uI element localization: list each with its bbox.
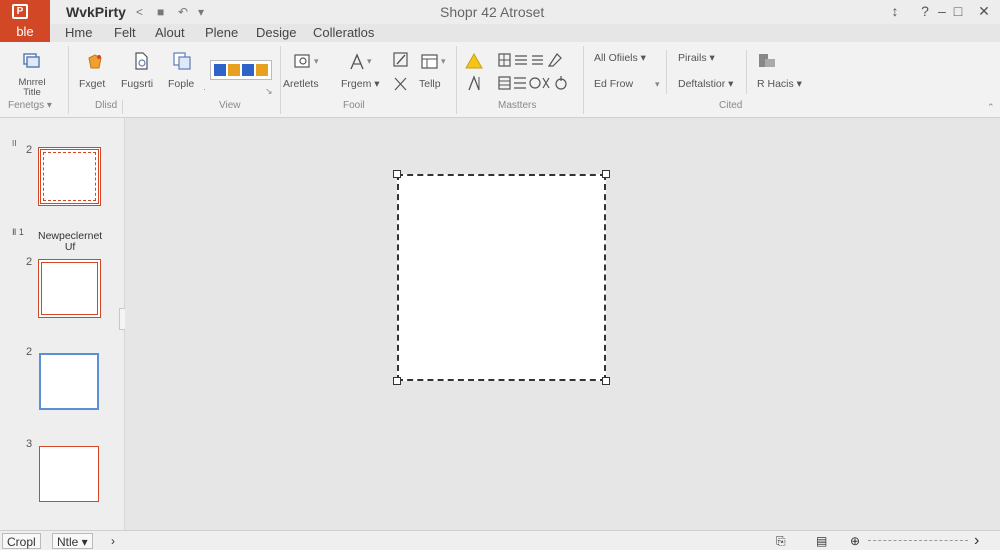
qat-undo-icon[interactable]: ↶ <box>178 5 188 19</box>
slide-sorter-icon[interactable]: ▤ <box>816 533 827 549</box>
title-bar: P WvkPirty < ■ ↶ ▾ Shopr 42 Atroset ↕ ? … <box>0 0 1000 24</box>
group-label-tools: Fooil <box>343 100 365 111</box>
slide-thumbnail[interactable] <box>38 147 101 206</box>
r-hacis-dropdown[interactable]: R Hacis ▾ <box>757 78 802 90</box>
resize-handle-top-left[interactable] <box>393 170 401 178</box>
thumb-number: 2 <box>26 256 33 268</box>
format-button[interactable]: Fople <box>168 78 194 90</box>
collapse-ribbon-icon[interactable]: ⌃ <box>987 102 995 113</box>
swatch[interactable] <box>242 64 254 76</box>
chevron-right-icon[interactable]: › <box>111 533 115 549</box>
swatch[interactable] <box>228 64 240 76</box>
maximize-button[interactable]: □ <box>948 3 968 19</box>
tab-desige[interactable]: Desige <box>256 25 296 40</box>
tab-plene[interactable]: Plene <box>205 25 238 40</box>
group-divider <box>583 46 584 114</box>
shape-button[interactable]: Frgem ▾ <box>341 78 380 90</box>
zoom-slider[interactable] <box>868 540 968 542</box>
warning-icon[interactable] <box>464 51 484 71</box>
app-name: WvkPirty <box>66 4 126 20</box>
app-logo-icon: P <box>12 4 28 19</box>
group-label-clipboard: Dlisd <box>95 100 118 111</box>
group-divider <box>280 46 281 114</box>
document-title: Shopr 42 Atroset <box>440 4 545 20</box>
arrange-dropdown-icon[interactable]: ▾ <box>314 56 319 67</box>
text-direction-icon[interactable] <box>464 73 484 93</box>
group-divider <box>122 100 123 114</box>
slide-thumbnail[interactable] <box>39 353 99 410</box>
layout-dropdown-icon[interactable]: ▾ <box>441 56 446 67</box>
help-button[interactable]: Tellp <box>419 78 441 90</box>
all-objects-dropdown[interactable]: All Ofiiels ▾ <box>594 52 646 64</box>
zoom-icon[interactable]: ⊕ <box>850 533 860 549</box>
status-bar: Cropl Ntle ▾ › ⎘ ▤ ⊕ › <box>0 530 1000 550</box>
new-slide-icon[interactable] <box>21 50 41 70</box>
arrange-icon[interactable] <box>293 52 313 72</box>
group-label-masters: Mastters <box>498 100 537 111</box>
group-label-view: View <box>219 100 241 111</box>
edit-icon[interactable] <box>391 50 411 70</box>
shape-icon[interactable] <box>347 52 367 72</box>
panel-resize-handle[interactable] <box>119 308 125 330</box>
qat-customize-icon[interactable]: ▾ <box>198 5 204 19</box>
section-name[interactable]: Newpeclernet Uf <box>38 231 102 253</box>
new-slide-button-label[interactable]: Mnrrel Title <box>14 78 50 98</box>
tab-alout[interactable]: Alout <box>155 25 185 40</box>
group-divider <box>666 50 667 94</box>
resize-handle-bottom-left[interactable] <box>393 377 401 385</box>
paste-button[interactable]: Fxget <box>79 78 105 90</box>
group-label-arrange: Cited <box>719 100 743 111</box>
thumb-marker: Ⅱ 1 <box>12 227 24 237</box>
normal-view-icon[interactable]: ⎘ <box>776 533 786 549</box>
slide-thumbnail-panel[interactable]: II 2 Ⅱ 1 Newpeclernet Uf 2 2 3 <box>0 118 125 530</box>
status-left-button[interactable]: Cropl <box>2 533 41 549</box>
copy-button[interactable]: Fugsrti <box>121 78 153 90</box>
thumb-marker: II <box>12 139 17 148</box>
thumb-number: 3 <box>26 438 33 450</box>
master-tools-row-2-icon[interactable] <box>497 73 575 93</box>
swatch[interactable] <box>214 64 226 76</box>
resize-handle-top-right[interactable] <box>602 170 610 178</box>
resize-handle-bottom-right[interactable] <box>602 377 610 385</box>
group-divider <box>456 46 457 114</box>
dialog-launcher-icon[interactable]: ↘ <box>265 86 273 97</box>
tab-home[interactable]: Hme <box>65 25 92 40</box>
app-logo[interactable]: P <box>0 0 50 22</box>
qat-back-icon[interactable]: < <box>136 5 143 19</box>
selected-slide-shape[interactable] <box>397 174 606 381</box>
deftalstior-dropdown[interactable]: Deftalstior ▾ <box>678 78 733 90</box>
dropdown-dot-icon: · <box>203 84 206 94</box>
tab-colleratlos[interactable]: Colleratlos <box>313 25 374 40</box>
layout-icon[interactable] <box>420 52 440 72</box>
group-divider <box>746 50 747 94</box>
ed-frow-dropdown[interactable]: Ed Frow <box>594 78 633 90</box>
group-divider <box>68 46 69 114</box>
select-pane-icon[interactable] <box>757 51 777 71</box>
qat-save-icon[interactable]: ■ <box>157 5 164 19</box>
close-button[interactable]: ✕ <box>974 3 994 19</box>
master-tools-row-1-icon[interactable] <box>497 50 573 70</box>
thumb-number: 2 <box>26 346 33 358</box>
slide-thumbnail-selected[interactable] <box>38 259 101 318</box>
pirails-dropdown[interactable]: Pirails ▾ <box>678 52 715 64</box>
clear-format-icon[interactable] <box>391 74 411 94</box>
tab-felt[interactable]: Felt <box>114 25 136 40</box>
group-label-first: Fenetgs ▾ <box>8 100 52 111</box>
next-arrow-icon[interactable]: › <box>974 533 979 549</box>
tab-file[interactable]: ble <box>0 22 50 42</box>
thumb-number: 2 <box>26 144 33 156</box>
copy-icon[interactable] <box>131 51 151 71</box>
notes-button[interactable]: Ntle ▾ <box>52 533 93 549</box>
ribbon-display-icon[interactable]: ↕ <box>885 3 905 19</box>
paste-icon[interactable] <box>85 52 105 72</box>
ed-frow-chevron-icon[interactable]: ▾ <box>655 79 660 90</box>
slide-thumbnail[interactable] <box>39 446 99 502</box>
swatch[interactable] <box>256 64 268 76</box>
theme-swatch-gallery[interactable] <box>210 60 272 80</box>
shape-dropdown-icon[interactable]: ▾ <box>367 56 372 67</box>
arrange-button[interactable]: Aretlets <box>283 78 319 90</box>
format-icon[interactable] <box>172 51 192 71</box>
